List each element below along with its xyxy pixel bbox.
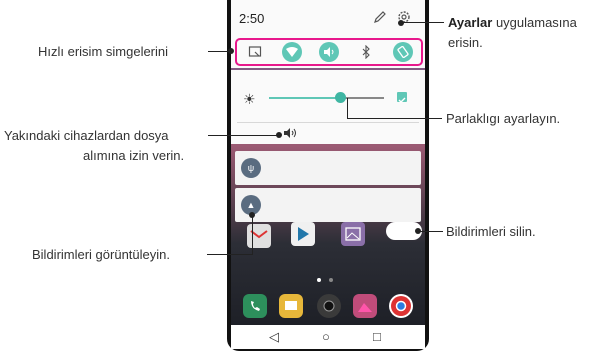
callout-clear-notifications: Bildirimleri silin. [446,224,536,239]
status-time: 2:50 [239,11,265,26]
wifi-icon[interactable] [282,42,303,62]
notification-shade-header: 2:50 [231,0,425,68]
pencil-icon[interactable] [373,10,387,24]
quick-settings-bar [235,38,423,66]
phone-frame: 2:50 ☀ ψ ▲ ◁ ○ □ [227,0,429,351]
callout-dot-quick-icons [228,48,234,54]
sound-icon[interactable] [318,42,339,62]
brightness-panel: ☀ [231,70,425,144]
recents-button[interactable]: □ [373,329,381,344]
gmail-app-icon[interactable] [247,224,271,248]
messages-app-icon[interactable] [279,294,303,318]
callout-line-view-v [252,215,253,254]
camera-app-icon[interactable] [317,294,341,318]
callout-line-nearby [208,135,278,136]
callout-line-clear [419,231,443,232]
callout-line-view-h [207,254,253,255]
callout-dot-clear [415,228,421,234]
chrome-app-icon[interactable] [389,294,413,318]
sun-icon: ☀ [243,91,256,107]
navigation-bar: ◁ ○ □ [231,325,425,349]
callout-settings: Ayarlar uygulamasına [448,15,577,30]
callout-quick-icons: Hızlı erisim simgelerini [38,44,169,59]
brightness-slider-thumb[interactable] [334,92,346,103]
page-indicator [329,278,333,282]
callout-brightness: Parlaklıgı ayarlayın. [446,111,561,126]
auto-brightness-checkbox[interactable] [397,92,407,103]
callout-nearby-line1: Yakındaki cihazlardan dosya [4,128,169,143]
bluetooth-icon[interactable] [356,42,376,62]
callout-view-notifications: Bildirimleri görüntüleyin. [32,247,170,262]
phone-app-icon[interactable] [243,294,267,318]
check-icon [398,97,406,103]
notification-card-warning[interactable]: ▲ [235,188,421,222]
callout-settings-line2: erisin. [448,35,483,50]
rotation-icon[interactable] [392,42,413,62]
callout-line-brightness-h [347,118,442,119]
play-store-icon[interactable] [291,222,315,246]
back-button[interactable]: ◁ [269,329,279,345]
home-button[interactable]: ○ [322,329,330,344]
nearby-sharing-icon[interactable] [283,128,299,138]
page-indicator-active [317,278,321,282]
callout-line-settings [401,22,444,23]
callout-dot-nearby [276,132,282,138]
callout-nearby-line2: alımına izin verin. [83,148,185,163]
brightness-slider-fill [269,97,341,99]
callout-line-brightness-v [347,98,348,119]
callout-dot-settings [398,20,404,26]
usb-icon: ψ [241,158,261,178]
screen-capture-icon[interactable] [245,42,265,62]
notification-card-usb[interactable]: ψ [235,151,421,185]
gallery-dock-icon[interactable] [353,294,377,318]
gallery-app-icon[interactable] [341,222,365,246]
phone-screen: 2:50 ☀ ψ ▲ [231,0,425,325]
panel-divider [237,122,419,123]
